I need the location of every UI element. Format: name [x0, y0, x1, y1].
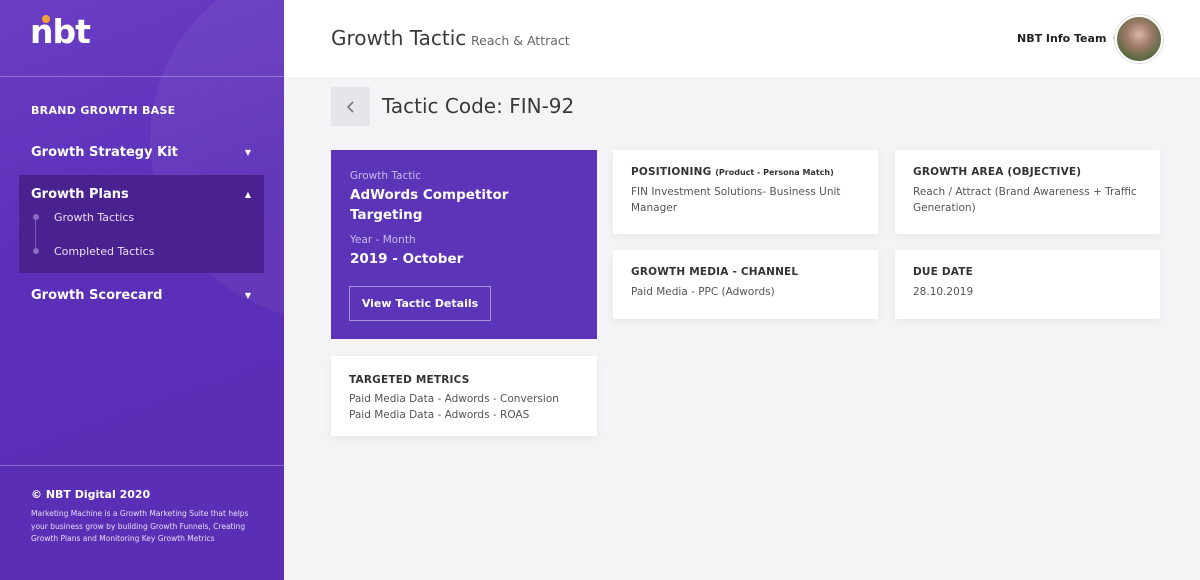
- copyright: © NBT Digital 2020: [31, 488, 151, 501]
- sidebar-item-growth-plans[interactable]: Growth Plans ▲: [31, 187, 251, 202]
- card-title: POSITIONING (Product - Persona Match): [631, 166, 834, 178]
- footer-description: Marketing Machine is a Growth Marketing …: [31, 509, 249, 543]
- tactic-code-heading: Tactic Code: FIN-92: [382, 94, 575, 118]
- logo-dot: [42, 15, 50, 23]
- card-title: TARGETED METRICS: [349, 374, 470, 386]
- card-value: Reach / Attract (Brand Awareness + Traff…: [913, 186, 1137, 214]
- user-menu[interactable]: NBT Info Team ▼: [1017, 32, 1119, 45]
- card-title: GROWTH MEDIA - CHANNEL: [631, 266, 799, 278]
- bullet-icon: [33, 248, 39, 254]
- period-label: Year - Month: [350, 234, 416, 246]
- tactic-value: AdWords Competitor Targeting: [350, 187, 509, 223]
- metric-line: Paid Media Data - Adwords - Conversion: [349, 393, 559, 405]
- card-title-text: POSITIONING: [631, 166, 712, 178]
- targeted-metrics-card: TARGETED METRICS Paid Media Data - Adwor…: [331, 356, 597, 436]
- tactic-label: Growth Tactic: [350, 170, 422, 182]
- metric-line: Paid Media Data - Adwords - ROAS: [349, 409, 530, 421]
- caret-up-icon: ▲: [244, 190, 251, 199]
- sidebar-item-label: Growth Strategy Kit: [31, 145, 178, 160]
- due-date-card: DUE DATE 28.10.2019: [895, 250, 1160, 319]
- header: Growth Tactic Reach & Attract NBT Info T…: [284, 0, 1200, 77]
- positioning-card: POSITIONING (Product - Persona Match) FI…: [613, 150, 878, 234]
- page-subtitle: Reach & Attract: [471, 33, 570, 48]
- card-title-note: (Product - Persona Match): [715, 168, 834, 177]
- view-tactic-details-button[interactable]: View Tactic Details: [349, 286, 491, 321]
- sidebar-subitem-growth-tactics[interactable]: Growth Tactics: [54, 211, 134, 224]
- card-value: Paid Media - PPC (Adwords): [631, 286, 775, 298]
- back-button[interactable]: [331, 87, 370, 126]
- growth-media-channel-card: GROWTH MEDIA - CHANNEL Paid Media - PPC …: [613, 250, 878, 319]
- card-title: GROWTH AREA (OBJECTIVE): [913, 166, 1082, 178]
- sidebar-subitem-completed-tactics[interactable]: Completed Tactics: [54, 245, 154, 258]
- tactic-summary-card: Growth Tactic AdWords Competitor Targeti…: [331, 150, 597, 339]
- sidebar-divider: [0, 76, 284, 77]
- card-title: DUE DATE: [913, 266, 974, 278]
- sidebar-item-growth-scorecard[interactable]: Growth Scorecard ▼: [31, 288, 251, 303]
- page-title: Growth Tactic: [331, 26, 467, 50]
- bullet-icon: [33, 214, 39, 220]
- period-value: 2019 - October: [350, 251, 464, 267]
- sidebar-item-growth-strategy-kit[interactable]: Growth Strategy Kit ▼: [31, 145, 251, 160]
- caret-down-icon: ▼: [244, 148, 251, 157]
- user-name: NBT Info Team: [1017, 32, 1107, 45]
- sidebar-divider: [0, 465, 284, 466]
- sidebar-item-label: Growth Plans: [31, 187, 129, 202]
- nbt-logo[interactable]: nbt: [30, 12, 100, 52]
- logo-text: nbt: [30, 12, 91, 51]
- card-value: 28.10.2019: [913, 286, 974, 298]
- avatar[interactable]: [1115, 15, 1163, 63]
- growth-area-card: GROWTH AREA (OBJECTIVE) Reach / Attract …: [895, 150, 1160, 234]
- sidebar-item-label: Growth Scorecard: [31, 288, 163, 303]
- caret-down-icon: ▼: [244, 291, 251, 300]
- chevron-left-icon: [346, 100, 354, 113]
- sidebar: nbt BRAND GROWTH BASE Growth Strategy Ki…: [0, 0, 284, 580]
- card-value: Paid Media Data - Adwords - Conversion P…: [349, 391, 559, 423]
- section-title: BRAND GROWTH BASE: [31, 104, 176, 117]
- card-value: FIN Investment Solutions- Business Unit …: [631, 186, 841, 214]
